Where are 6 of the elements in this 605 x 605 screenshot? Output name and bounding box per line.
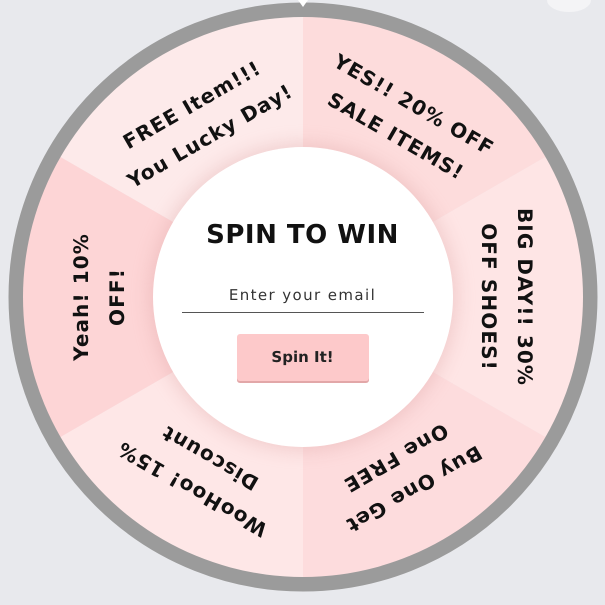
wheel-title: SPIN TO WIN <box>206 220 399 250</box>
pointer-icon <box>298 0 308 7</box>
slice-label: BIG DAY!! 30% OFF SHOES! <box>476 208 538 386</box>
email-field[interactable]: Enter your email <box>182 280 424 312</box>
slice-label: Yeah! 10% OFF! <box>68 233 130 361</box>
spin-button[interactable]: Spin It! <box>236 334 368 380</box>
